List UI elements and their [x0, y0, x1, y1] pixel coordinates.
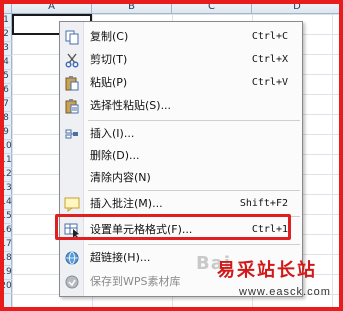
paste-special-icon	[64, 98, 80, 114]
menu-item-clear-contents[interactable]: 清除内容(N)	[60, 168, 302, 188]
copy-icon	[64, 29, 80, 45]
menu-separator	[88, 190, 300, 191]
row-header[interactable]: 5	[0, 70, 12, 84]
scissors-icon	[64, 52, 80, 68]
menu-item-label: 插入(I)...	[90, 127, 135, 140]
menu-item-copy[interactable]: 复制(C) Ctrl+C	[60, 27, 302, 47]
column-header-b[interactable]: B	[92, 0, 172, 14]
column-header-d[interactable]: D	[252, 0, 343, 14]
menu-item-label: 超链接(H)...	[90, 251, 151, 264]
menu-item-insert-comment[interactable]: 插入批注(M)... Shift+F2	[60, 194, 302, 214]
menu-item-shortcut: Ctrl+C	[251, 31, 288, 42]
row-header[interactable]: 1	[0, 14, 12, 28]
insert-icon	[64, 126, 80, 142]
row-header-bar: 1 2 3 4 5 6 7 8 9 10 11 12 13 14 15 16 1…	[0, 14, 12, 311]
comment-icon	[64, 196, 80, 212]
select-all-corner[interactable]	[0, 0, 12, 14]
row-header[interactable]: 7	[0, 98, 12, 112]
menu-item-format-cells[interactable]: 设置单元格格式(F)... Ctrl+1	[60, 220, 302, 240]
row-header[interactable]: 10	[0, 140, 12, 154]
menu-separator	[88, 120, 300, 121]
row-header[interactable]: 8	[0, 112, 12, 126]
menu-item-label: 选择性粘贴(S)...	[90, 99, 172, 112]
row-header[interactable]: 16	[0, 224, 12, 238]
row-header[interactable]: 11	[0, 154, 12, 168]
row-header[interactable]: 18	[0, 252, 12, 266]
menu-item-label: 复制(C)	[90, 30, 129, 43]
menu-item-delete[interactable]: 删除(D)...	[60, 146, 302, 166]
menu-item-label: 剪切(T)	[90, 53, 128, 66]
menu-item-shortcut: Ctrl+1	[251, 224, 288, 235]
menu-item-shortcut: Shift+F2	[239, 198, 288, 209]
watermark-site-name: 易采站长站	[217, 260, 317, 281]
row-header[interactable]: 2	[0, 28, 12, 42]
format-cells-icon	[64, 222, 80, 238]
menu-item-insert[interactable]: 插入(I)...	[60, 124, 302, 144]
row-header[interactable]: 12	[0, 168, 12, 182]
row-header[interactable]: 4	[0, 56, 12, 70]
menu-item-label: 设置单元格格式(F)...	[90, 223, 193, 236]
column-header-c[interactable]: C	[172, 0, 252, 14]
menu-item-label: 插入批注(M)...	[90, 197, 163, 210]
menu-item-label: 删除(D)...	[90, 149, 140, 162]
menu-separator	[88, 216, 300, 217]
row-header[interactable]: 6	[0, 84, 12, 98]
hyperlink-icon	[64, 250, 80, 266]
paste-icon	[64, 75, 80, 91]
menu-item-label: 粘贴(P)	[90, 76, 128, 89]
row-header[interactable]: 19	[0, 266, 12, 280]
row-header[interactable]: 14	[0, 196, 12, 210]
menu-item-label: 保存到WPS素材库	[90, 275, 181, 288]
menu-item-cut[interactable]: 剪切(T) Ctrl+X	[60, 50, 302, 70]
menu-item-shortcut: Ctrl+X	[251, 54, 288, 65]
menu-separator	[88, 244, 300, 245]
row-header[interactable]: 17	[0, 238, 12, 252]
menu-item-shortcut: Ctrl+V	[251, 77, 288, 88]
save-library-icon	[64, 274, 80, 290]
row-header[interactable]: 20	[0, 280, 12, 294]
row-header[interactable]: 15	[0, 210, 12, 224]
row-header[interactable]: 3	[0, 42, 12, 56]
row-header[interactable]: 13	[0, 182, 12, 196]
row-header[interactable]: 9	[0, 126, 12, 140]
column-header-a[interactable]: A	[12, 0, 92, 14]
menu-item-paste-special[interactable]: 选择性粘贴(S)...	[60, 96, 302, 116]
watermark-url: www.easck.com	[239, 286, 331, 298]
menu-item-paste[interactable]: 粘贴(P) Ctrl+V	[60, 73, 302, 93]
column-header-bar: A B C D	[0, 0, 343, 14]
menu-item-label: 清除内容(N)	[90, 171, 151, 184]
